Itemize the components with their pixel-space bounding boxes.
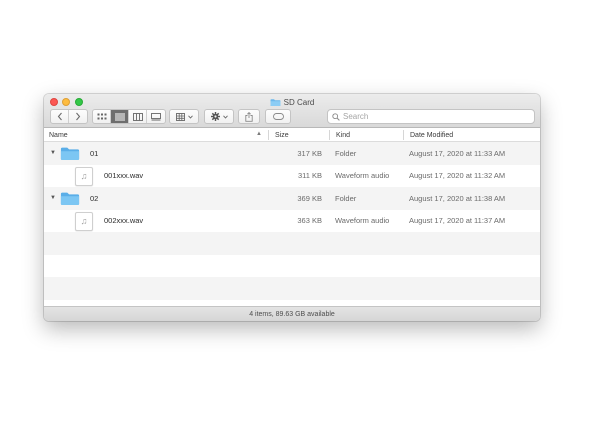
table-row[interactable]: ▼ 02 369 KB Folder August 17, 2020 at 11… xyxy=(44,187,540,210)
view-mode-selector xyxy=(92,109,166,124)
file-size: 311 KB xyxy=(297,171,322,181)
column-header-name-label: Name xyxy=(49,131,68,139)
folder-icon xyxy=(270,98,281,106)
share-button[interactable] xyxy=(238,109,260,124)
search-field[interactable] xyxy=(327,109,535,124)
file-date: August 17, 2020 at 11:38 AM xyxy=(409,193,506,203)
file-date: August 17, 2020 at 11:37 AM xyxy=(409,216,506,226)
finder-window: SD Card Search Name ▲ Size Kind Date Mod… xyxy=(44,94,540,321)
tag-button[interactable] xyxy=(265,109,291,124)
chevron-down-icon xyxy=(222,114,228,119)
empty-row xyxy=(44,277,540,300)
column-divider[interactable] xyxy=(403,130,404,140)
status-text: 4 items, 89.63 GB available xyxy=(249,310,335,318)
disclosure-triangle-icon[interactable]: ▼ xyxy=(50,195,56,201)
column-divider[interactable] xyxy=(268,130,269,140)
gallery-view-button[interactable] xyxy=(147,110,165,123)
file-name: 01 xyxy=(90,148,99,158)
file-kind: Waveform audio xyxy=(335,171,390,181)
column-header-date[interactable]: Date Modified xyxy=(410,128,453,142)
gear-icon xyxy=(210,112,220,121)
file-date: August 17, 2020 at 11:33 AM xyxy=(409,148,506,158)
status-bar: 4 items, 89.63 GB available xyxy=(44,306,540,321)
column-header-name[interactable]: Name xyxy=(49,128,68,142)
column-divider[interactable] xyxy=(329,130,330,140)
column-header-kind-label: Kind xyxy=(336,131,351,139)
file-size: 363 KB xyxy=(297,216,322,226)
group-grid-icon xyxy=(175,112,185,121)
empty-row xyxy=(44,255,540,278)
column-header-size-label: Size xyxy=(275,131,289,139)
folder-icon xyxy=(60,147,80,160)
file-list: ▼ 01 317 KB Folder August 17, 2020 at 11… xyxy=(44,142,540,300)
gallery-view-icon xyxy=(151,112,161,120)
column-view-button[interactable] xyxy=(129,110,147,123)
group-by-button[interactable] xyxy=(169,109,199,124)
sort-ascending-icon: ▲ xyxy=(256,131,262,137)
action-menu-button[interactable] xyxy=(204,109,234,124)
window-title-text: SD Card xyxy=(283,97,315,107)
file-name: 002xxx.wav xyxy=(104,216,144,226)
column-header-size[interactable]: Size xyxy=(275,128,289,142)
disclosure-triangle-icon[interactable]: ▼ xyxy=(50,150,56,156)
tag-icon xyxy=(272,113,284,120)
search-icon xyxy=(332,112,340,121)
column-header: Name ▲ Size Kind Date Modified xyxy=(44,128,540,142)
search-input[interactable] xyxy=(343,112,523,121)
file-name: 02 xyxy=(90,193,99,203)
chevron-right-icon xyxy=(76,112,81,121)
window-title: SD Card xyxy=(44,96,540,108)
chevron-left-icon xyxy=(57,112,62,121)
navigation-buttons xyxy=(50,109,88,124)
icon-view-icon xyxy=(97,113,106,119)
file-size: 369 KB xyxy=(297,193,322,203)
table-row[interactable]: ▼ 01 317 KB Folder August 17, 2020 at 11… xyxy=(44,142,540,165)
list-view-icon xyxy=(114,113,125,120)
file-kind: Waveform audio xyxy=(335,216,390,226)
file-kind: Folder xyxy=(335,193,357,203)
column-view-icon xyxy=(132,112,143,121)
file-kind: Folder xyxy=(335,148,357,158)
column-header-date-label: Date Modified xyxy=(410,131,454,139)
toolbar: SD Card xyxy=(44,94,540,128)
icon-view-button[interactable] xyxy=(93,110,111,123)
file-size: 317 KB xyxy=(297,148,322,158)
column-header-kind[interactable]: Kind xyxy=(336,128,350,142)
file-name: 001xxx.wav xyxy=(104,171,144,181)
audio-file-icon: ♫ xyxy=(75,211,93,231)
forward-button[interactable] xyxy=(69,110,87,123)
back-button[interactable] xyxy=(51,110,69,123)
folder-icon xyxy=(60,192,80,205)
file-date: August 17, 2020 at 11:32 AM xyxy=(409,171,506,181)
empty-row xyxy=(44,232,540,255)
list-view-button[interactable] xyxy=(111,110,129,123)
audio-file-icon: ♫ xyxy=(75,166,93,186)
table-row[interactable]: ♫ 001xxx.wav 311 KB Waveform audio Augus… xyxy=(44,165,540,188)
share-icon xyxy=(245,111,253,122)
table-row[interactable]: ♫ 002xxx.wav 363 KB Waveform audio Augus… xyxy=(44,210,540,233)
chevron-down-icon xyxy=(187,114,193,119)
